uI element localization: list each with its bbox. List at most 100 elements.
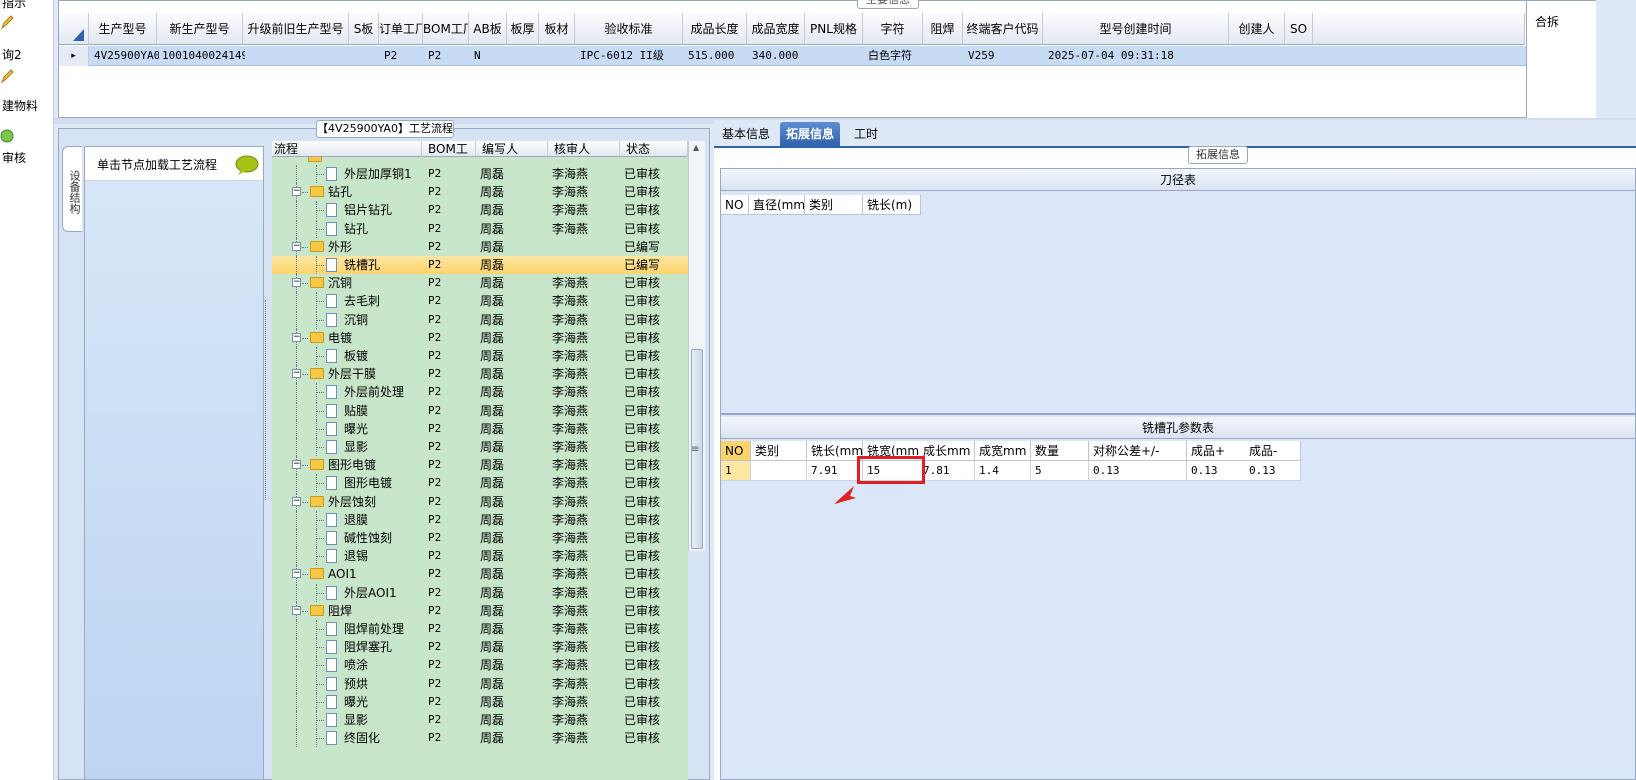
tree-row[interactable]: 贴膜 P2 周磊 李海燕 已审核 xyxy=(272,401,688,420)
slot-column-header[interactable]: 成宽mm xyxy=(975,441,1031,461)
collapse-icon[interactable]: − xyxy=(292,369,301,379)
tree-row[interactable]: 显影 P2 周磊 李海燕 已审核 xyxy=(272,711,688,729)
tree-scrollbar[interactable]: ▲ xyxy=(688,141,705,551)
grid-cell[interactable]: IPC-6012 II级 xyxy=(577,46,685,66)
grid-cell[interactable]: P2 xyxy=(425,46,471,66)
nav-item-label[interactable]: 指示 xyxy=(2,0,26,11)
tree-row[interactable]: − 外层蚀刻 P2 周磊 李海燕 已审核 xyxy=(272,492,688,511)
grid-column-header[interactable]: SO xyxy=(1285,13,1313,45)
tree-row[interactable]: 外层前处理 P2 周磊 李海燕 已审核 xyxy=(272,383,688,402)
tree-row[interactable]: 退膜 P2 周磊 李海燕 已审核 xyxy=(272,510,688,529)
scroll-up-icon[interactable]: ▲ xyxy=(693,143,699,152)
tree-row[interactable]: 退锡 P2 周磊 李海燕 已审核 xyxy=(272,547,688,566)
tree-row[interactable]: 板镀 P2 周磊 李海燕 已审核 xyxy=(272,347,688,365)
slot-column-header[interactable]: 成品- xyxy=(1245,441,1301,461)
grid-column-header[interactable]: 成品长度 xyxy=(683,13,747,45)
tree-row[interactable]: 外层AOI1 P2 周磊 李海燕 已审核 xyxy=(272,583,688,602)
grid-column-header[interactable]: 验收标准 xyxy=(575,13,683,45)
grid-cell[interactable]: 10010400241497 xyxy=(159,46,245,66)
grid-column-header[interactable]: AB板 xyxy=(469,13,507,45)
tab-work-hours[interactable]: 工时 xyxy=(848,122,884,146)
tree-row[interactable]: − 外形 P2 周磊 已编写 xyxy=(272,237,688,256)
grid-column-header[interactable]: 订单工厂 xyxy=(379,13,423,45)
tool-column-header[interactable]: 铣长(m) xyxy=(863,195,921,215)
slot-column-header[interactable]: 铣长(mm) xyxy=(807,441,868,461)
grid-column-header[interactable]: 升级前旧生产型号 xyxy=(243,13,349,45)
tree-row[interactable]: 显影 P2 周磊 李海燕 已审核 xyxy=(272,438,688,456)
grid-cell[interactable]: P2 xyxy=(381,46,425,66)
tool-column-header[interactable]: 直径(mm) xyxy=(749,195,810,215)
slot-cell[interactable] xyxy=(751,461,807,481)
slot-column-header[interactable]: NO xyxy=(721,441,751,461)
grid-cell[interactable] xyxy=(509,46,541,66)
tree-row[interactable]: − 图形电镀 P2 周磊 李海燕 已审核 xyxy=(272,456,688,475)
slot-column-header[interactable]: 数量 xyxy=(1031,441,1089,461)
slot-cell[interactable]: 1.4 xyxy=(975,461,1031,481)
tree-row[interactable]: 曝光 P2 周磊 李海燕 已审核 xyxy=(272,419,688,438)
tree-column-header[interactable]: 核审人 xyxy=(548,141,620,157)
collapse-icon[interactable]: − xyxy=(292,496,301,506)
tool-column-header[interactable]: 类别 xyxy=(805,195,863,215)
grid-cell[interactable] xyxy=(807,46,865,66)
panel-splitter-grip[interactable] xyxy=(265,300,269,500)
collapse-icon[interactable]: − xyxy=(292,241,301,251)
slot-cell[interactable]: 7.81 xyxy=(919,461,975,481)
grid-column-header[interactable]: 创建人 xyxy=(1229,13,1285,45)
grid-column-header[interactable]: 阻焊 xyxy=(923,13,963,45)
nav-item-label[interactable]: 审核 xyxy=(2,149,26,166)
grid-cell[interactable] xyxy=(1231,46,1287,66)
grid-column-header[interactable]: 新生产型号 xyxy=(157,13,243,45)
grid-column-header[interactable]: 板材 xyxy=(539,13,575,45)
grid-cell[interactable]: 2025-07-04 09:31:18 xyxy=(1045,46,1231,66)
grid-column-header[interactable]: 生产型号 xyxy=(89,13,157,45)
tree-column-header[interactable]: BOM工厂 xyxy=(422,141,476,172)
grid-cell[interactable] xyxy=(1287,46,1315,66)
tree-row[interactable]: 外层加厚铜1 P2 周磊 李海燕 已审核 xyxy=(272,165,688,183)
grid-column-header[interactable]: 板厚 xyxy=(507,13,539,45)
grid-cell[interactable]: 515.000 xyxy=(685,46,749,66)
tree-row[interactable]: − 电镀 P2 周磊 李海燕 已审核 xyxy=(272,328,688,347)
tab-basic-info[interactable]: 基本信息 xyxy=(716,122,776,146)
slot-cell[interactable]: 0.13 xyxy=(1089,461,1187,481)
tree-row[interactable]: − 阻焊 P2 周磊 李海燕 已审核 xyxy=(272,601,688,620)
tree-row[interactable]: 碱性蚀刻 P2 周磊 李海燕 已审核 xyxy=(272,529,688,547)
tree-row[interactable]: 铣槽孔 P2 周磊 已编写 xyxy=(272,256,688,274)
collapse-icon[interactable]: − xyxy=(292,187,301,197)
tree-row[interactable]: 预烘 P2 周磊 李海燕 已审核 xyxy=(272,674,688,693)
tree-row[interactable]: 铝片钻孔 P2 周磊 李海燕 已审核 xyxy=(272,201,688,220)
grid-cell[interactable]: 4V25900YA0 xyxy=(91,46,159,66)
collapse-icon[interactable]: − xyxy=(292,569,301,579)
tree-row[interactable]: 喷涂 P2 周磊 李海燕 已审核 xyxy=(272,656,688,675)
tree-row[interactable]: − AOI1 P2 周磊 李海燕 已审核 xyxy=(272,565,688,584)
slot-cell[interactable]: 1 xyxy=(721,461,751,481)
collapse-icon[interactable]: − xyxy=(292,278,301,288)
grid-cell[interactable]: 340.000 xyxy=(749,46,807,66)
tree-row[interactable]: − 沉铜 P2 周磊 李海燕 已审核 xyxy=(272,274,688,293)
slot-column-header[interactable]: 成长mm xyxy=(919,441,975,461)
slot-cell[interactable]: 0.13 xyxy=(1187,461,1247,481)
grid-cell[interactable] xyxy=(351,46,381,66)
grid-cell[interactable] xyxy=(245,46,351,66)
tree-row[interactable]: 沉铜 P2 周磊 李海燕 已审核 xyxy=(272,310,688,329)
tree-column-header[interactable]: 编写人 xyxy=(476,141,548,157)
grip-icon[interactable]: ≡ xyxy=(691,444,699,455)
tree-row[interactable]: 阻焊塞孔 P2 周磊 李海燕 已审核 xyxy=(272,638,688,657)
slot-cell[interactable]: 0.13 xyxy=(1245,461,1301,481)
grid-column-header[interactable]: 终端客户代码 xyxy=(963,13,1043,45)
grid-cell[interactable]: 白色字符 xyxy=(865,46,925,66)
tree-row[interactable]: 终固化 P2 周磊 李海燕 已审核 xyxy=(272,729,688,748)
slot-column-header[interactable]: 成品+ xyxy=(1187,441,1247,461)
grid-column-header[interactable]: 字符 xyxy=(863,13,923,45)
tree-row[interactable]: 钻孔 P2 周磊 李海燕 已审核 xyxy=(272,219,688,238)
grid-column-header[interactable]: 型号创建时间 xyxy=(1043,13,1229,45)
nav-item-label[interactable]: 建物料 xyxy=(2,97,38,114)
slot-cell[interactable]: 7.91 xyxy=(807,461,863,481)
grid-column-header[interactable]: S板 xyxy=(349,13,379,45)
tab-equipment-structure[interactable]: 设备结构 xyxy=(62,146,82,232)
tree-column-header[interactable]: 状态 xyxy=(620,141,688,157)
grid-column-header[interactable]: BOM工厂 xyxy=(423,13,469,45)
tree-row[interactable]: 阻焊前处理 P2 周磊 李海燕 已审核 xyxy=(272,620,688,638)
collapse-icon[interactable]: − xyxy=(292,460,301,470)
grid-cell[interactable] xyxy=(541,46,577,66)
slot-column-header[interactable]: 对称公差+/- xyxy=(1089,441,1187,461)
